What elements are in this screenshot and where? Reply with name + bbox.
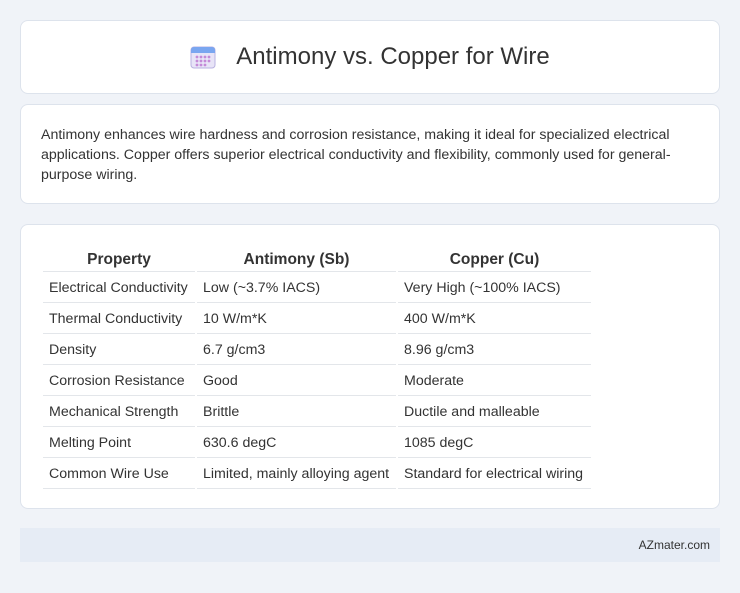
table-row: Electrical Conductivity Low (~3.7% IACS) V… (43, 274, 591, 303)
table-row: Common Wire Use Limited, mainly alloying … (43, 460, 591, 489)
footer-brand: AZmater.com (638, 538, 710, 552)
table-cell: Good (197, 367, 396, 396)
table-cell: Electrical Conductivity (43, 274, 195, 303)
footer: AZmater.com (20, 528, 720, 562)
table-cell: Brittle (197, 398, 396, 427)
intro-text: Antimony enhances wire hardness and corr… (41, 127, 671, 183)
column-header: Property (43, 247, 195, 272)
column-header: Antimony (Sb) (197, 247, 396, 272)
table-cell: 8.96 g/cm3 (398, 336, 591, 365)
table-cell: Mechanical Strength (43, 398, 195, 427)
table-cell: Low (~3.7% IACS) (197, 274, 396, 303)
intro-card: Antimony enhances wire hardness and corr… (20, 104, 720, 204)
table-cell: Density (43, 336, 195, 365)
table-cell: 1085 degC (398, 429, 591, 458)
table-cell: Melting Point (43, 429, 195, 458)
table-cell: 400 W/m*K (398, 305, 591, 334)
table-cell: Moderate (398, 367, 591, 396)
table-row: Mechanical Strength Brittle Ductile and ma… (43, 398, 591, 427)
comparison-card: Property Antimony (Sb) Copper (Cu) Elect… (20, 224, 720, 509)
table-cell: 630.6 degC (197, 429, 396, 458)
table-cell: Limited, mainly alloying agent (197, 460, 396, 489)
table-cell: Very High (~100% IACS) (398, 274, 591, 303)
column-header: Copper (Cu) (398, 247, 591, 272)
table-row: Corrosion Resistance Good Moderate (43, 367, 591, 396)
table-row: Melting Point 630.6 degC 1085 degC (43, 429, 591, 458)
page-title: Antimony vs. Copper for Wire (236, 43, 550, 70)
table-cell: Ductile and malleable (398, 398, 591, 427)
title-card: Antimony vs. Copper for Wire (20, 20, 720, 94)
table-cell: Common Wire Use (43, 460, 195, 489)
table-row: Thermal Conductivity 10 W/m*K 400 W/m*K (43, 305, 591, 334)
table-cell: Thermal Conductivity (43, 305, 195, 334)
table-row: Density 6.7 g/cm3 8.96 g/cm3 (43, 336, 591, 365)
table-cell: 6.7 g/cm3 (197, 336, 396, 365)
table-cell: Corrosion Resistance (43, 367, 195, 396)
calendar-icon (190, 46, 216, 69)
table-header-row: Property Antimony (Sb) Copper (Cu) (43, 247, 591, 272)
table-cell: 10 W/m*K (197, 305, 396, 334)
table-cell: Standard for electrical wiring (398, 460, 591, 489)
comparison-table: Property Antimony (Sb) Copper (Cu) Elect… (41, 245, 593, 491)
